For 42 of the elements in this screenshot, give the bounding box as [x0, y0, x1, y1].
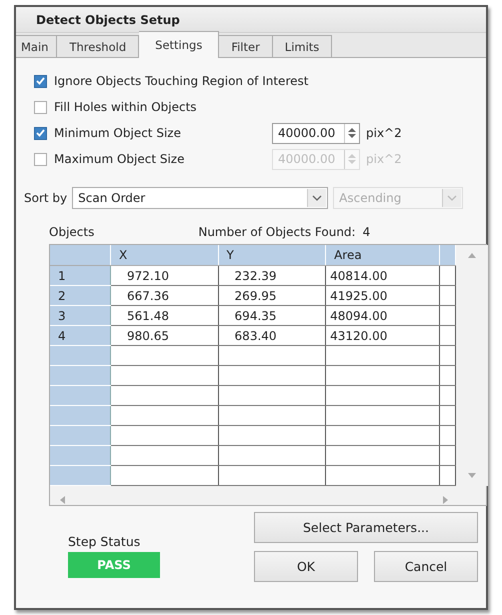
- row-header: 4: [50, 326, 110, 346]
- tab[interactable]: Settings: [139, 31, 220, 58]
- row-header: 2: [50, 286, 110, 306]
- table-cell: 980.65: [110, 326, 218, 346]
- column-header: X: [110, 245, 218, 266]
- sort-label: Sort by: [24, 191, 68, 205]
- status-indicator: PASS: [68, 552, 160, 578]
- table-cell: 41925.00: [326, 286, 440, 306]
- window-title: Detect Objects Setup: [36, 12, 180, 26]
- unit-label: pix^2: [366, 126, 402, 140]
- unit-label: pix^2: [366, 152, 402, 166]
- select-parameters-button[interactable]: Select Parameters...: [254, 512, 478, 543]
- table-cell: 43120.00: [326, 326, 440, 346]
- table-cell: 232.39: [218, 266, 326, 286]
- table-cell: 40814.00: [326, 266, 440, 286]
- row-header: 3: [50, 306, 110, 326]
- checkbox-label: Fill Holes within Objects: [54, 100, 197, 114]
- checkbox-label: Ignore Objects Touching Region of Interest: [54, 74, 308, 88]
- row-header: 1: [50, 266, 110, 286]
- tab[interactable]: Threshold: [57, 35, 140, 57]
- ok-button[interactable]: OK: [254, 551, 358, 582]
- checkbox-label: Minimum Object Size: [54, 126, 182, 140]
- column-header: Area: [326, 245, 440, 266]
- table-cell: 269.95: [218, 286, 326, 306]
- column-header: Y: [218, 245, 326, 266]
- checkbox-label: Maximum Object Size: [54, 152, 186, 166]
- found-label: Number of Objects Found:: [198, 225, 356, 239]
- tab[interactable]: Filter: [219, 35, 273, 57]
- status-label: Step Status: [68, 534, 142, 549]
- tab[interactable]: Limits: [272, 35, 332, 57]
- table-cell: 667.36: [110, 286, 218, 306]
- table-cell: 972.10: [110, 266, 218, 286]
- tab[interactable]: Main: [16, 35, 58, 57]
- number-field[interactable]: 40000.00: [272, 122, 360, 144]
- table-cell: 48094.00: [326, 306, 440, 326]
- cancel-button[interactable]: Cancel: [374, 551, 478, 582]
- objects-label: Objects: [49, 225, 94, 239]
- found-count: 4: [362, 225, 370, 239]
- dropdown[interactable]: Scan Order: [72, 187, 328, 209]
- table-cell: 683.40: [218, 326, 326, 346]
- table-cell: 561.48: [110, 306, 218, 326]
- table-cell: 694.35: [218, 306, 326, 326]
